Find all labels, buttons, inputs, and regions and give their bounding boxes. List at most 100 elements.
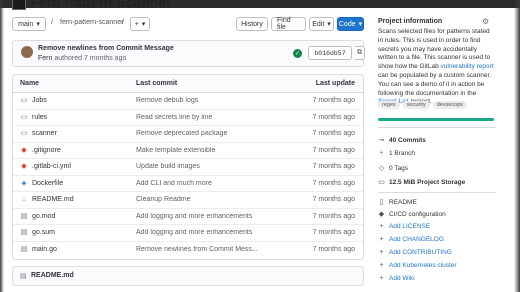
history-button[interactable]: History	[236, 17, 268, 31]
pipeline-passed-icon[interactable]: ✓	[293, 49, 302, 58]
last-update-time: 7 months ago	[312, 179, 355, 187]
last-commit-link[interactable]: Read secrets line by line	[136, 114, 261, 121]
topic-badge[interactable]: regex	[378, 101, 400, 109]
plus-icon: +	[379, 262, 384, 269]
last-commit-link[interactable]: Add logging and more enhancements	[136, 229, 261, 236]
last-update-time: 7 months ago	[312, 245, 355, 253]
table-row[interactable]: ◆ .gitlab-ci.yml Update build images 7 mont…	[13, 159, 363, 176]
code-label: Code	[338, 20, 356, 28]
plus-icon: +	[379, 275, 384, 282]
book-icon: ▯	[379, 199, 384, 206]
markdown-icon: ↓	[22, 196, 26, 203]
vulnerability-report-link[interactable]: vulnerability report	[441, 63, 494, 70]
last-commit-link[interactable]: Remove debub logs	[136, 97, 261, 104]
file-name-link[interactable]: scanner	[32, 130, 57, 137]
last-commit-link[interactable]: Add logging and more enhancements	[136, 213, 261, 220]
topic-badge[interactable]: security	[402, 101, 430, 109]
cicd-config-link[interactable]: ◆ CI/CD configuration	[378, 210, 446, 219]
breadcrumb-separator-2: /	[122, 19, 124, 26]
table-row[interactable]: ▭ scanner Remove deprecated package 7 month…	[13, 126, 363, 143]
gear-icon[interactable]: ⚙	[482, 17, 489, 26]
link-label: Add LICENSE	[389, 223, 431, 230]
link-label: Add Kubernetes cluster	[389, 262, 457, 269]
file-name-link[interactable]: .gitignore	[32, 147, 61, 154]
tags-stat[interactable]: ◇ 0 Tags	[378, 164, 409, 173]
avatar[interactable]	[21, 46, 33, 58]
table-row[interactable]: ▤ go.mod Add logging and more enhancements…	[13, 208, 363, 225]
file-name-link[interactable]: Jobs	[32, 97, 47, 104]
file-name-link[interactable]: Dockerfile	[32, 180, 63, 187]
chevron-down-icon: ▾	[327, 21, 331, 28]
project-title: Fern Pattern Scanner	[30, 0, 172, 10]
file-tree-table: Name Last commit Last update ▭ Jobs Remove…	[12, 74, 364, 260]
last-update-time: 7 months ago	[312, 212, 355, 220]
breadcrumb-project[interactable]: fern-pattern-scanner	[60, 19, 123, 26]
file-name-link[interactable]: main.go	[32, 246, 57, 253]
last-update-time: 7 months ago	[312, 163, 355, 170]
commit-author[interactable]: Fern	[38, 55, 52, 62]
last-commit-link[interactable]: Add CLI and much more	[136, 180, 261, 187]
table-row[interactable]: ▭ rules Read secrets line by line 7 months …	[13, 109, 363, 126]
gitlab-icon: ◆	[21, 146, 27, 154]
last-commit-link[interactable]: Cleanup Readme	[136, 196, 261, 203]
storage-size: 12.5 MiB Project Storage	[389, 178, 466, 186]
add-dropdown-button[interactable]: + ▾	[130, 17, 150, 31]
branch-name: main	[18, 20, 34, 28]
plus-icon: +	[379, 249, 384, 256]
copy-icon[interactable]: ⧉	[355, 46, 365, 60]
file-icon: ▤	[20, 245, 28, 253]
file-name-link[interactable]: go.sum	[32, 229, 55, 236]
last-commit-link[interactable]: Make template extensible	[136, 147, 261, 154]
last-commit-card: Remove newlines from Commit Message Fern…	[12, 40, 365, 67]
frame-shadow-left	[0, 0, 4, 292]
commit-sha-button[interactable]: b016db57	[308, 46, 352, 60]
readme-link[interactable]: ▯ README	[378, 198, 417, 207]
readme-title[interactable]: README.md	[31, 272, 74, 279]
file-name-link[interactable]: .gitlab-ci.yml	[32, 163, 71, 170]
plus-icon: +	[379, 223, 384, 230]
table-row[interactable]: ↓ README.md Cleanup Readme 7 months ago	[13, 192, 363, 209]
plus-icon: +	[134, 20, 139, 28]
commits-count: 40 Commits	[389, 136, 426, 144]
topic-list: regex security devsecops	[378, 101, 468, 109]
find-file-button[interactable]: Find file	[271, 17, 306, 31]
add-wiki-link[interactable]: + Add Wiki	[378, 275, 414, 282]
edit-dropdown-button[interactable]: Edit ▾	[309, 17, 334, 31]
storage-stat[interactable]: ▭ 12.5 MiB Project Storage	[378, 178, 466, 187]
commit-icon: ⊸	[378, 137, 385, 144]
tags-count: 0 Tags	[389, 164, 409, 172]
branch-selector[interactable]: main ▾	[12, 17, 46, 31]
commit-message[interactable]: Remove newlines from Commit Message	[38, 45, 174, 52]
add-changelog-link[interactable]: + Add CHANGELOG	[378, 236, 443, 243]
add-contributing-link[interactable]: + Add CONTRIBUTING	[378, 249, 451, 256]
topic-badge[interactable]: devsecops	[432, 101, 468, 109]
table-row[interactable]: ▤ main.go Remove newlines from Commit Mess…	[13, 241, 363, 258]
add-license-link[interactable]: + Add LICENSE	[378, 223, 430, 230]
last-update-time: 7 months ago	[312, 97, 355, 104]
table-row[interactable]: ▭ Jobs Remove debub logs 7 months ago	[13, 93, 363, 110]
divider	[378, 127, 496, 128]
add-kubernetes-link[interactable]: + Add Kubernetes cluster	[378, 262, 457, 269]
gitlab-icon: ◆	[21, 163, 27, 170]
table-row[interactable]: ◈ Dockerfile Add CLI and much more 7 months…	[13, 175, 363, 192]
last-commit-link[interactable]: Update build images	[136, 163, 261, 170]
last-commit-link[interactable]: Remove deprecated package	[136, 130, 261, 137]
last-commit-link[interactable]: Remove newlines from Commit Mess...	[136, 246, 261, 253]
table-row[interactable]: ▤ go.sum Add logging and more enhancements…	[13, 225, 363, 242]
last-update-time: 7 months ago	[312, 113, 355, 121]
table-body: ▭ Jobs Remove debub logs 7 months ago ▭ rules…	[13, 93, 363, 258]
last-update-time: 7 months ago	[312, 130, 355, 137]
table-row[interactable]: ◆ .gitignore Make template extensible 7 mon…	[13, 142, 363, 159]
branches-count: 1 Branch	[389, 150, 416, 157]
repository-page: Fern Pattern Scanner main ▾ / fern-patte…	[0, 0, 520, 292]
branches-stat[interactable]: ⑂ 1 Branch	[378, 150, 415, 157]
file-name-link[interactable]: README.md	[32, 196, 74, 203]
commits-stat[interactable]: ⊸ 40 Commits	[378, 136, 426, 145]
file-name-link[interactable]: rules	[32, 114, 47, 121]
file-icon: ▤	[20, 273, 27, 280]
file-name-link[interactable]: go.mod	[32, 213, 55, 220]
project-avatar	[12, 0, 26, 10]
edit-label: Edit	[312, 20, 325, 28]
link-label: README	[389, 198, 417, 206]
code-dropdown-button[interactable]: Code ▾	[337, 17, 364, 31]
